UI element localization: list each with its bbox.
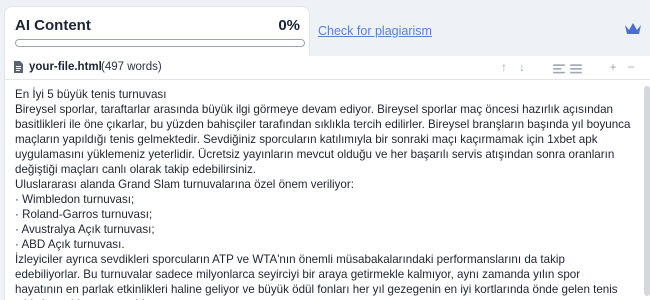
editor-toolbar: your-file.html (497 words) ↑ ↓ + − <box>5 56 650 80</box>
crown-icon[interactable] <box>624 22 642 36</box>
arrow-up-icon[interactable]: ↑ <box>497 60 511 74</box>
content-line: · ABD Açık turnuvası. <box>15 238 125 251</box>
ai-content-progress-bar <box>15 39 305 47</box>
vertical-scrollbar[interactable] <box>644 86 650 296</box>
header-bar: AI Content 0% Check for plagiarism <box>0 0 650 56</box>
content-line: · Avustralya Açık turnuvası; <box>15 223 155 236</box>
content-line: · Wimbledon turnuvası; <box>15 193 135 206</box>
content-line: · Roland-Garros turnuvası; <box>15 208 153 221</box>
align-left-icon[interactable] <box>552 62 566 76</box>
content-line: Uluslararası alanda Grand Slam turnuvala… <box>15 178 354 191</box>
word-count: (497 words) <box>101 61 162 73</box>
content-line: İzleyiciler ayrıca sevdikleri sporcuları… <box>15 253 618 300</box>
ai-content-title: AI Content <box>15 17 91 34</box>
ai-content-percent: 0% <box>278 17 300 34</box>
content-line: En İyi 5 büyük tenis turnuvası <box>15 88 167 101</box>
ai-content-tab[interactable]: AI Content 0% <box>4 6 310 56</box>
file-name: your-file.html <box>29 61 102 73</box>
zoom-out-icon[interactable]: − <box>624 60 638 74</box>
zoom-in-icon[interactable]: + <box>606 60 620 74</box>
app-window: AI Content 0% Check for plagiarism your-… <box>0 0 650 300</box>
editor-panel: your-file.html (497 words) ↑ ↓ + − En İy… <box>4 56 650 300</box>
align-justify-icon[interactable] <box>569 62 583 76</box>
document-content[interactable]: En İyi 5 büyük tenis turnuvası Bireysel … <box>5 80 641 300</box>
content-line: Bireysel sporlar, taraftarlar arasında b… <box>15 103 631 176</box>
file-icon <box>14 61 23 73</box>
check-plagiarism-tab[interactable]: Check for plagiarism <box>318 24 432 38</box>
arrow-down-icon[interactable]: ↓ <box>515 60 529 74</box>
